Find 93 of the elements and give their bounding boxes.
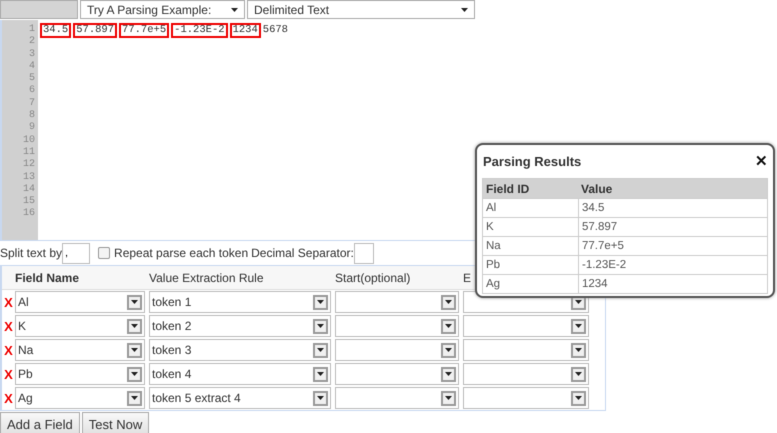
code-text: 5678 [262, 23, 288, 38]
dialog-title: Parsing Results [483, 154, 582, 168]
parsed-token: -1.23E-2 [171, 23, 228, 38]
parsed-token: 1234 [230, 23, 261, 38]
close-button[interactable]: ✕ [755, 152, 768, 170]
caret-icon [445, 372, 452, 376]
start-combo[interactable] [335, 315, 459, 337]
line-number: 10 [22, 134, 35, 147]
table-cell: 34.5 [578, 199, 767, 217]
caret-icon [575, 300, 582, 304]
caret-icon [445, 396, 452, 400]
caret-icon [131, 396, 138, 400]
line-number: 9 [28, 122, 35, 135]
column-header: Field Name [15, 270, 80, 284]
remove-button[interactable]: X [2, 342, 15, 358]
table-cell-text: K [485, 220, 495, 235]
field-name-combo[interactable]: K [15, 315, 145, 337]
start-combo[interactable] [335, 339, 459, 361]
split-field[interactable]: , [62, 242, 90, 264]
table-cell-text: Na [485, 239, 502, 254]
table-cell: 57.897 [578, 218, 767, 236]
line-number: 1 [28, 24, 35, 36]
line-number: 3 [28, 48, 35, 61]
line-number: 14 [22, 184, 35, 196]
start-combo[interactable] [335, 291, 459, 313]
start-combo[interactable] [335, 363, 459, 385]
rule-combo[interactable]: token 4 [149, 363, 331, 385]
remove-button[interactable]: X [2, 366, 15, 382]
add-field-button[interactable]: Add a Field [0, 412, 80, 433]
repeat-label: Repeat parse each token [114, 246, 248, 260]
caret-icon [131, 324, 138, 328]
field-name-combo[interactable]: Na [15, 339, 145, 361]
table-cell: -1.23E-2 [578, 256, 767, 274]
field-name-combo[interactable]: Pb [15, 363, 145, 385]
format-select[interactable]: Delimited Text [247, 0, 475, 19]
parsed-token: 34.5 [40, 23, 72, 38]
caret-icon [575, 324, 582, 328]
caret-icon [317, 300, 324, 304]
field-name-combo[interactable]: Ag [15, 387, 145, 409]
field-name-combo[interactable]: Al [15, 291, 145, 313]
remove-button[interactable]: X [2, 390, 15, 406]
column-header: E [463, 270, 472, 284]
caret-icon [445, 348, 452, 352]
caret-icon [575, 396, 582, 400]
line-number: 8 [28, 110, 35, 122]
parsed-token: 57.897 [73, 23, 118, 38]
caret-icon [317, 396, 324, 400]
caret-icon [317, 324, 324, 328]
caret-icon [131, 300, 138, 304]
rule-combo[interactable]: token 2 [149, 315, 331, 337]
caret-icon [317, 372, 324, 376]
line-number: 11 [22, 146, 35, 159]
table-cell: 77.7e+5 [578, 237, 767, 255]
remove-button[interactable]: X [2, 318, 15, 334]
table-cell-text: Ag [485, 277, 502, 292]
line-number: 13 [22, 172, 35, 184]
decimal-label: Decimal Separator: [251, 246, 354, 260]
line-number: 6 [28, 85, 35, 98]
split-label: Split text by [0, 246, 62, 260]
line-number: 12 [22, 159, 35, 172]
remove-button[interactable]: X [2, 294, 15, 310]
table-cell-text: Pb [485, 258, 502, 273]
repeat-checkbox[interactable] [98, 247, 110, 259]
column-header: Value Extraction Rule [149, 270, 264, 284]
caret-icon [231, 8, 238, 12]
caret-icon [445, 300, 452, 304]
column-header: Value [581, 182, 612, 196]
table-cell-text: Al [485, 201, 498, 216]
caret-icon [131, 372, 138, 376]
caret-icon [131, 348, 138, 352]
rule-combo[interactable]: token 3 [149, 339, 331, 361]
caret-icon [317, 348, 324, 352]
caret-icon [445, 324, 452, 328]
caret-icon [575, 348, 582, 352]
test-button[interactable]: Test Now [82, 412, 150, 433]
line-number: 2 [28, 36, 35, 49]
column-header: Start(optional) [335, 270, 410, 284]
rule-combo[interactable]: token 1 [149, 291, 331, 313]
caret-icon [575, 372, 582, 376]
line-number: 7 [28, 98, 35, 110]
line-number: 15 [22, 196, 35, 208]
table-cell: 1234 [578, 275, 767, 293]
line-number: 4 [28, 60, 35, 73]
example-select[interactable]: Try A Parsing Example: [80, 0, 245, 19]
caret-icon [461, 8, 468, 12]
blank-button[interactable] [0, 0, 78, 19]
start-combo[interactable] [335, 387, 459, 409]
column-header: Field ID [486, 182, 530, 196]
decimal-field[interactable] [354, 242, 374, 264]
rule-combo[interactable]: token 5 extract 4 [149, 387, 331, 409]
parsed-token: 77.7e+5 [119, 23, 170, 38]
line-number: 5 [28, 73, 35, 85]
line-number: 16 [22, 208, 35, 221]
